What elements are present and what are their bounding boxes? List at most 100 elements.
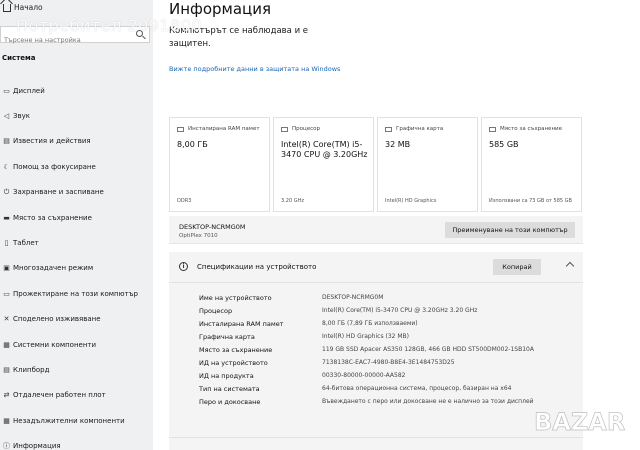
card-value: 585 GB: [489, 140, 519, 149]
spec-row: Тип на системата 64-битова операционна си…: [169, 383, 583, 396]
spec-value: Въвеждането с перо или докосване не е на…: [322, 398, 534, 405]
optional-features-icon: ▦: [3, 416, 10, 425]
spec-row: Процесор Intel(R) Core(TM) i5-3470 CPU @ …: [169, 305, 583, 318]
sidebar-item-label: Таблет: [13, 239, 39, 248]
spec-key: Име на устройството: [199, 294, 272, 302]
sidebar-item-label: Системни компоненти: [13, 340, 97, 349]
focus-moon-icon: ☾: [3, 162, 10, 171]
spec-value: 7138138C-EAC7-4980-B8E4-3E1484753D25: [322, 359, 455, 366]
spec-key: Инсталирана RAM памет: [199, 320, 284, 328]
sidebar-item[interactable]: ✕ Споделено изживяване: [0, 307, 153, 332]
clipboard-icon: ▤: [3, 365, 10, 374]
card-graphics: Графична карта 32 MB Intel(R) HD Graphic…: [377, 117, 478, 212]
spec-value: Intel(R) Core(TM) i5-3470 CPU @ 3.20GHz …: [322, 307, 478, 314]
home-icon: [3, 4, 11, 12]
sidebar-item-label: Звук: [13, 112, 30, 121]
sidebar-item[interactable]: ☾ Помощ за фокусиране: [0, 154, 153, 179]
spec-row: Перо и докосване Въвеждането с перо или д…: [169, 396, 583, 409]
sidebar-item[interactable]: ▭ Дисплей: [0, 78, 153, 103]
sidebar-item-label: Отдалечен работен плот: [13, 391, 106, 400]
page-title: Информация: [169, 0, 272, 18]
summary-cards: Инсталирана RAM памет 8,00 ГБ DDR3 Проце…: [169, 117, 583, 212]
search-input[interactable]: [1, 32, 121, 48]
spec-key: Перо и докосване: [199, 398, 261, 406]
sidebar-item[interactable]: ◁ Звук: [0, 103, 153, 128]
sidebar-item[interactable]: ▯ Таблет: [0, 230, 153, 255]
device-name-bar: DESKTOP-NCRMG0M OptiPlex 7010 Преименува…: [169, 216, 583, 244]
search-icon[interactable]: [136, 30, 143, 37]
graphics-card-icon: [385, 126, 392, 132]
sidebar-item[interactable]: ⇄ Отдалечен работен плот: [0, 383, 153, 408]
spec-title: Спецификации на устройството: [197, 263, 317, 271]
spec-header[interactable]: i Спецификации на устройството Копирай: [169, 252, 583, 282]
spec-value: DESKTOP-NCRMG0M: [322, 294, 384, 301]
multitasking-icon: ▣: [3, 264, 10, 273]
spec-value: 00330-80000-00000-AA582: [322, 372, 406, 379]
spec-key: Процесор: [199, 307, 233, 315]
remote-desktop-icon: ⇄: [3, 391, 10, 400]
spec-key: Графична карта: [199, 333, 255, 341]
sidebar-item-label: Клипборд: [13, 365, 50, 374]
shared-experiences-icon: ✕: [3, 315, 10, 324]
projecting-icon: ▭: [3, 289, 10, 298]
sidebar-item[interactable]: ▤ Известия и действия: [0, 129, 153, 154]
card-value: 32 MB: [385, 140, 411, 149]
spec-row: Име на устройството DESKTOP-NCRMG0M: [169, 292, 583, 305]
rename-pc-button[interactable]: Преименуване на този компютър: [445, 222, 575, 238]
info-icon: i: [179, 262, 188, 271]
sidebar-item-label: Известия и действия: [13, 137, 91, 146]
sidebar-item-label: Незадължителни компоненти: [13, 416, 125, 425]
monitor-icon: ▭: [3, 86, 10, 95]
spec-row: ИД на продукта 00330-80000-00000-AA582: [169, 370, 583, 383]
card-sub: 3.20 GHz: [281, 198, 304, 204]
main-content: Информация Компютърът се наблюдава и е з…: [153, 0, 640, 450]
device-model: OptiPlex 7010: [179, 233, 218, 239]
copy-button[interactable]: Копирай: [493, 259, 541, 275]
card-label: Инсталирана RAM памет: [188, 126, 260, 132]
sidebar-item-label: Прожектиране на този компютър: [13, 289, 138, 298]
sidebar-item[interactable]: ▦ Незадължителни компоненти: [0, 408, 153, 433]
chevron-up-icon[interactable]: [565, 261, 575, 271]
spec-row: Графична карта Intel(R) HD Graphics (32 M…: [169, 331, 583, 344]
sidebar-item[interactable]: ▣ Многозадачен режим: [0, 256, 153, 281]
home-link[interactable]: Начало: [0, 0, 153, 18]
spec-row: Място за съхранение 119 GB SSD Apacer AS3…: [169, 344, 583, 357]
home-label: Начало: [14, 3, 43, 12]
security-details-link[interactable]: Вижте подробните данни в защитата на Win…: [169, 65, 340, 73]
sidebar-item[interactable]: ⏻ Захранване и заспиване: [0, 180, 153, 205]
sidebar-item-label: Дисплей: [13, 86, 45, 95]
card-processor: Процесор Intel(R) Core(TM) i5-3470 CPU @…: [273, 117, 374, 212]
card-sub: Използвани са 73 GB от 585 GB: [489, 198, 572, 204]
card-label: Графична карта: [396, 126, 444, 132]
notifications-icon: ▤: [3, 137, 10, 146]
power-icon: ⏻: [3, 187, 10, 196]
spec-row: ИД на устройството 7138138C-EAC7-4980-B8E…: [169, 357, 583, 370]
sidebar-item-label: Помощ за фокусиране: [13, 162, 96, 171]
sidebar-item[interactable]: ▭ Прожектиране на този компютър: [0, 281, 153, 306]
storage-drive-icon: [489, 126, 496, 132]
spec-value: 64-битова операционна система, процесор,…: [322, 385, 512, 392]
info-icon: ⓘ: [3, 442, 10, 450]
storage-icon: ▬: [3, 213, 10, 222]
sidebar-item-label: Многозадачен режим: [13, 264, 94, 273]
sidebar-item[interactable]: ▤ Клипборд: [0, 357, 153, 382]
spec-key: ИД на устройството: [199, 359, 268, 367]
card-label: Място за съхранение: [500, 126, 562, 132]
sidebar-nav: ▭ Дисплей ◁ Звук ▤ Известия и действия ☾ Помощ …: [0, 78, 153, 450]
card-value: Intel(R) Core(TM) i5-3470 CPU @ 3.20GHz: [281, 140, 368, 159]
processor-icon: [281, 126, 288, 132]
sidebar-item[interactable]: ⓘ Информация: [0, 433, 153, 450]
sidebar-item[interactable]: ▬ Място за съхранение: [0, 205, 153, 230]
card-storage: Място за съхранение 585 GB Използвани са…: [481, 117, 582, 212]
sidebar: Начало Система ▭Дисплей◁Звук▤Известия и …: [0, 0, 153, 450]
card-label: Процесор: [292, 126, 320, 132]
spec-value: Intel(R) HD Graphics (32 MB): [322, 333, 409, 340]
spec-value: 8,00 ГБ (7,89 ГБ използваеми): [322, 320, 418, 327]
system-components-icon: ▦: [3, 340, 10, 349]
card-ram: Инсталирана RAM памет 8,00 ГБ DDR3: [169, 117, 270, 212]
card-sub: DDR3: [177, 198, 192, 204]
card-value: 8,00 ГБ: [177, 140, 208, 149]
settings-search-box[interactable]: [0, 26, 150, 48]
sidebar-item[interactable]: ▦ Системни компоненти: [0, 332, 153, 357]
device-specifications-panel: i Спецификации на устройството Копирай И…: [169, 252, 583, 450]
